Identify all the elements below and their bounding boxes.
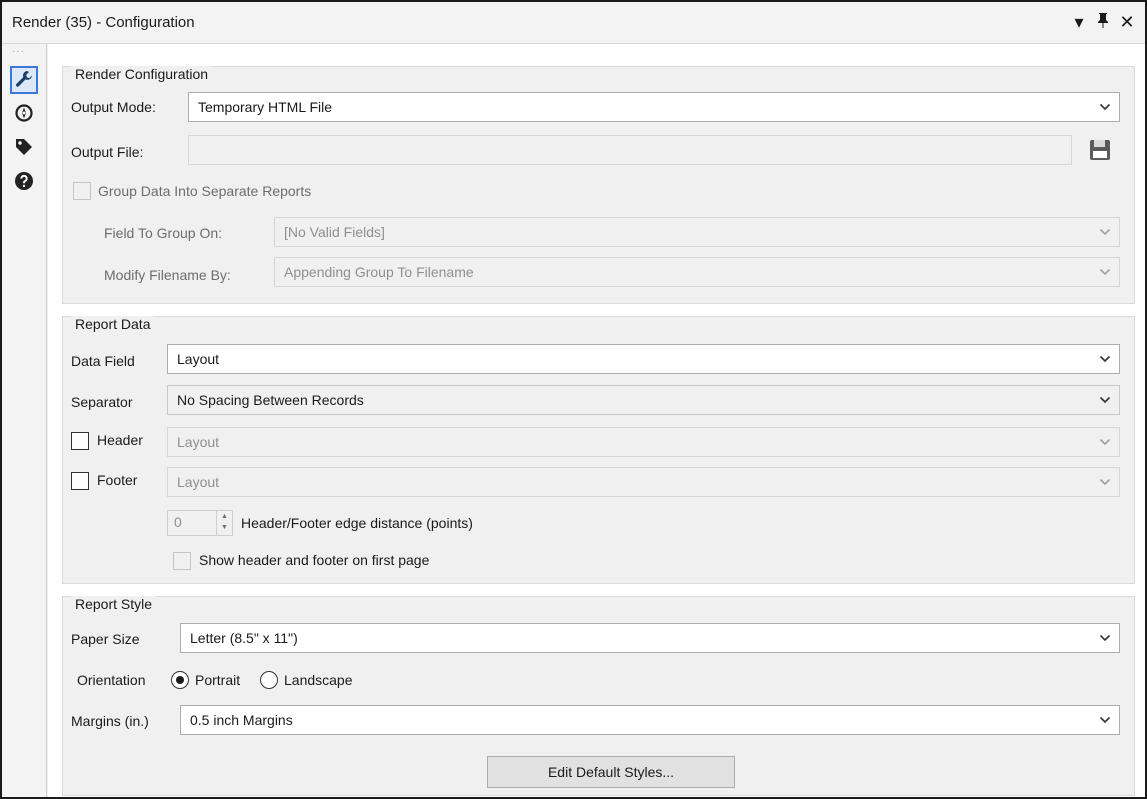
data-field-select[interactable]: Layout [167, 344, 1120, 374]
footer-select[interactable]: Layout [167, 467, 1120, 497]
paper-size-value: Letter (8.5" x 11") [190, 630, 298, 646]
sidebar-item-help[interactable] [10, 168, 38, 196]
paper-size-select[interactable]: Letter (8.5" x 11") [180, 623, 1120, 653]
tag-icon [14, 137, 34, 160]
chevron-down-icon [1099, 268, 1111, 276]
report-data-group: Report Data Data Field Layout Separator … [62, 316, 1135, 584]
output-mode-select[interactable]: Temporary HTML File [188, 92, 1120, 122]
modify-filename-label: Modify Filename By: [104, 267, 231, 283]
group-data-label: Group Data Into Separate Reports [98, 183, 312, 199]
header-select[interactable]: Layout [167, 427, 1120, 457]
configuration-panel: Render Configuration Output Mode: Tempor… [48, 44, 1145, 797]
chevron-down-icon [1099, 716, 1111, 724]
close-icon[interactable]: ✕ [1119, 11, 1135, 33]
field-to-group-label: Field To Group On: [104, 225, 223, 241]
edit-default-styles-button[interactable]: Edit Default Styles... [487, 756, 735, 788]
data-field-value: Layout [177, 351, 220, 367]
configuration-window: Render (35) - Configuration ▾ ✕ ··· Rend… [0, 0, 1147, 799]
modify-filename-select[interactable]: Appending Group To Filename [274, 257, 1120, 287]
header-value: Layout [177, 434, 220, 450]
group-data-checkbox[interactable] [73, 182, 91, 200]
chevron-down-icon [1099, 355, 1111, 363]
landscape-radio[interactable] [260, 671, 278, 689]
edge-distance-stepper[interactable]: 0 ▲ ▼ [167, 510, 233, 536]
paper-size-label: Paper Size [71, 631, 140, 647]
orientation-label: Orientation [77, 672, 146, 688]
header-label: Header [97, 432, 143, 448]
footer-checkbox[interactable] [71, 472, 89, 490]
margins-value: 0.5 inch Margins [190, 712, 293, 728]
chevron-down-icon [1099, 478, 1111, 486]
edge-distance-label: Header/Footer edge distance (points) [241, 515, 473, 531]
title-bar: Render (35) - Configuration ▾ ✕ [2, 2, 1145, 44]
report-style-group: Report Style Paper Size Letter (8.5" x 1… [62, 596, 1135, 796]
landscape-label: Landscape [284, 672, 353, 688]
portrait-label: Portrait [195, 672, 241, 688]
sidebar-item-configuration[interactable] [10, 66, 38, 94]
render-configuration-group: Render Configuration Output Mode: Tempor… [62, 66, 1135, 304]
compass-icon [14, 103, 34, 126]
window-controls: ▾ ✕ [1071, 11, 1135, 33]
separator-label: Separator [71, 394, 133, 410]
sidebar-item-tags[interactable] [10, 134, 38, 162]
data-field-label: Data Field [71, 353, 135, 369]
sidebar-item-annotation[interactable] [10, 100, 38, 128]
chevron-down-icon [1099, 103, 1111, 111]
field-to-group-select[interactable]: [No Valid Fields] [274, 217, 1120, 247]
chevron-down-icon [1099, 396, 1111, 404]
chevron-down-icon [1099, 634, 1111, 642]
separator-select[interactable]: No Spacing Between Records [167, 385, 1120, 415]
chevron-down-icon [1099, 228, 1111, 236]
render-configuration-legend: Render Configuration [71, 66, 213, 82]
separator-value: No Spacing Between Records [177, 392, 364, 408]
report-data-legend: Report Data [71, 316, 155, 332]
help-icon [14, 171, 34, 194]
output-file-label: Output File: [71, 144, 144, 160]
edge-distance-value: 0 [174, 514, 182, 530]
grip-handle[interactable]: ··· [12, 46, 25, 57]
save-icon [1090, 140, 1110, 160]
save-file-button[interactable] [1085, 135, 1115, 165]
output-mode-label: Output Mode: [71, 99, 156, 115]
margins-select[interactable]: 0.5 inch Margins [180, 705, 1120, 735]
report-style-legend: Report Style [71, 596, 157, 612]
sidebar: ··· [2, 44, 47, 797]
dropdown-icon[interactable]: ▾ [1071, 11, 1087, 33]
header-checkbox[interactable] [71, 432, 89, 450]
footer-value: Layout [177, 474, 220, 490]
portrait-radio[interactable] [171, 671, 189, 689]
margins-label: Margins (in.) [71, 713, 149, 729]
chevron-down-icon [1099, 438, 1111, 446]
output-file-field[interactable] [188, 135, 1072, 165]
pin-icon[interactable] [1095, 11, 1111, 33]
show-first-page-label: Show header and footer on first page [199, 552, 430, 568]
window-title: Render (35) - Configuration [12, 14, 195, 31]
field-to-group-value: [No Valid Fields] [284, 224, 385, 240]
stepper-arrows-icon[interactable]: ▲ ▼ [216, 511, 232, 535]
footer-label: Footer [97, 472, 138, 488]
wrench-icon [14, 69, 34, 92]
modify-filename-value: Appending Group To Filename [284, 264, 474, 280]
show-first-page-checkbox[interactable] [173, 552, 191, 570]
output-mode-value: Temporary HTML File [198, 99, 333, 115]
